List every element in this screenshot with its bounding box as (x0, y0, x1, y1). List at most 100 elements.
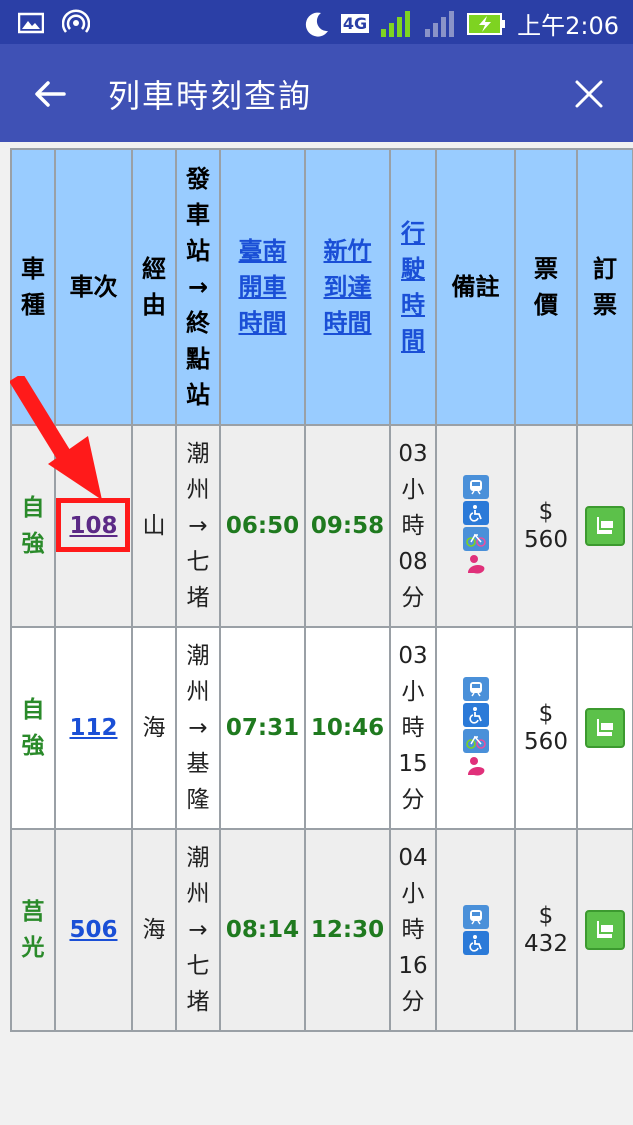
gallery-icon (18, 12, 44, 34)
arrival-time-cell: 09:58 (304, 424, 391, 628)
header-label: 發車站 → 終點站 (186, 165, 210, 409)
train-icon (462, 905, 489, 929)
hotspot-icon (62, 9, 90, 33)
via-line: 海 (142, 917, 166, 943)
booking-cell (576, 626, 633, 830)
header-cell[interactable]: 新竹 到達 時間 (304, 148, 391, 426)
train-number-link[interactable]: 112 (69, 715, 117, 741)
arrival-time: 10:46 (310, 715, 385, 741)
booking-cell (576, 424, 633, 628)
train-number-link[interactable]: 506 (69, 917, 117, 943)
fare: $560 (524, 499, 568, 553)
table-row: 莒光 506 海潮州 → 七堵 08:14 12:30 04 小時 16 分 $432 (10, 828, 633, 1032)
booking-cell (576, 828, 633, 1032)
route-cell: 潮州 → 七堵 (175, 828, 221, 1032)
app-bar: 列車時刻查詢 (0, 44, 633, 142)
fare-cell: $560 (514, 626, 578, 830)
header-label: 車種 (21, 255, 45, 319)
clock: 上午2:06 (517, 12, 619, 40)
via-line-cell: 海 (131, 626, 177, 830)
arrival-time-cell: 12:30 (304, 828, 391, 1032)
train-type-cell: 莒光 (10, 828, 56, 1032)
via-line: 山 (142, 513, 166, 539)
route: 潮州 → 七堵 (186, 441, 210, 611)
header-cell[interactable]: 行駛時間 (389, 148, 437, 426)
remarks-cell (435, 828, 516, 1032)
train-type-cell: 自強 (10, 626, 56, 830)
red-arrow-icon (10, 376, 102, 500)
train-icon (462, 475, 489, 499)
fare-cell: $432 (514, 828, 578, 1032)
departure-time-cell: 08:14 (219, 828, 306, 1032)
baby-icon (463, 553, 489, 577)
fare: $432 (524, 903, 568, 957)
departure-time-cell: 07:31 (219, 626, 306, 830)
sort-link[interactable]: 行駛時間 (401, 215, 425, 359)
fare: $560 (524, 701, 568, 755)
route-cell: 潮州 → 基隆 (175, 626, 221, 830)
arrival-time: 09:58 (310, 513, 385, 539)
route: 潮州 → 七堵 (186, 845, 210, 1015)
travel-duration: 03 小時 15 分 (398, 643, 428, 813)
header-cell: 經由 (131, 148, 177, 426)
header-cell: 備註 (435, 148, 516, 426)
book-seat-icon[interactable] (585, 910, 625, 950)
arrival-time-cell: 10:46 (304, 626, 391, 830)
header-label: 車次 (69, 273, 118, 301)
train-type: 自強 (21, 697, 45, 759)
header-label: 經由 (142, 255, 166, 319)
bike-icon (462, 729, 489, 753)
highlight-box (56, 498, 130, 552)
train-number-link-cell: 506 (54, 828, 133, 1032)
departure-time-cell: 06:50 (219, 424, 306, 628)
close-icon[interactable] (569, 74, 609, 114)
signal-off-icon (425, 10, 455, 37)
route: 潮州 → 基隆 (186, 643, 210, 813)
page-title: 列車時刻查詢 (108, 77, 313, 115)
train-type: 莒光 (21, 899, 45, 961)
remark-icons (462, 677, 489, 779)
wheelchair-icon (462, 703, 489, 727)
via-line-cell: 海 (131, 828, 177, 1032)
header-label: 票價 (534, 255, 558, 319)
via-line: 海 (142, 715, 166, 741)
book-seat-icon[interactable] (585, 708, 625, 748)
fare-cell: $560 (514, 424, 578, 628)
battery-charging-icon (467, 12, 506, 35)
header-label: 備註 (451, 273, 500, 301)
bike-icon (462, 527, 489, 551)
arrival-time: 12:30 (310, 917, 385, 943)
train-number-link-cell: 112 (54, 626, 133, 830)
header-cell: 發車站 → 終點站 (175, 148, 221, 426)
travel-duration: 03 小時 08 分 (398, 441, 428, 611)
table-row: 自強 112 海潮州 → 基隆 07:31 10:46 03 小時 15 分 $560 (10, 626, 633, 830)
remarks-cell (435, 626, 516, 830)
header-label: 訂票 (593, 255, 617, 319)
sort-link[interactable]: 臺南 開車 時間 (239, 233, 287, 341)
travel-duration-cell: 03 小時 08 分 (389, 424, 437, 628)
wheelchair-icon (462, 501, 489, 525)
header-cell: 訂票 (576, 148, 633, 426)
remarks-cell (435, 424, 516, 628)
departure-time: 06:50 (225, 513, 300, 539)
departure-time: 07:31 (225, 715, 300, 741)
status-bar: 4G 上午2:06 (0, 0, 633, 44)
baby-icon (463, 755, 489, 779)
timetable: 車種車次經由發車站 → 終點站 臺南 開車 時間 新竹 到達 時間 行駛時間 備註 票價訂票 自強 10… (10, 148, 633, 1032)
sort-link[interactable]: 新竹 到達 時間 (324, 233, 372, 341)
travel-duration: 04 小時 16 分 (398, 845, 428, 1015)
wheelchair-icon (462, 931, 489, 955)
train-icon (462, 677, 489, 701)
back-arrow-icon[interactable] (30, 74, 70, 114)
header-cell[interactable]: 臺南 開車 時間 (219, 148, 306, 426)
route-cell: 潮州 → 七堵 (175, 424, 221, 628)
book-seat-icon[interactable] (585, 506, 625, 546)
via-line-cell: 山 (131, 424, 177, 628)
travel-duration-cell: 04 小時 16 分 (389, 828, 437, 1032)
signal-icon (381, 10, 411, 37)
network-badge: 4G (340, 14, 370, 33)
remark-icons (462, 905, 489, 955)
remark-icons (462, 475, 489, 577)
moon-icon (305, 12, 328, 37)
header-cell: 票價 (514, 148, 578, 426)
